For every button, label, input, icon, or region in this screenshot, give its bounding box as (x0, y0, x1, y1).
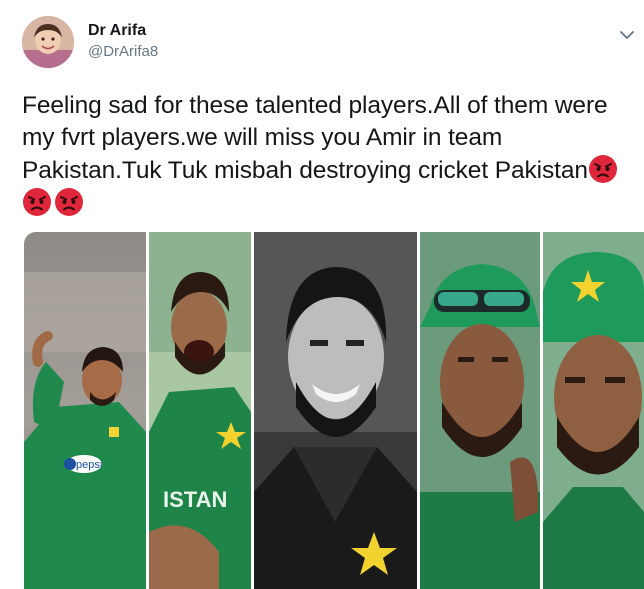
user-avatar[interactable] (22, 16, 74, 68)
player-photo-2: ISTAN (149, 232, 251, 589)
player-photo-5 (543, 232, 644, 589)
tweet-text: Feeling sad for these talented players.A… (22, 90, 638, 220)
tweet-card: Dr Arifa @DrArifa8 Feeling sad for these… (0, 0, 644, 589)
chevron-down-icon[interactable] (620, 27, 634, 39)
jersey-text: ISTAN (163, 487, 227, 512)
player-photo-4 (420, 232, 540, 589)
tweet-body: Feeling sad for these talented players.A… (22, 92, 608, 184)
angry-face-emoji (54, 187, 84, 217)
player-photo-1: pepsi (24, 232, 146, 589)
avatar-image (22, 16, 74, 68)
player-photo-3 (254, 232, 417, 589)
angry-face-emoji (22, 187, 52, 217)
sponsor-text: pepsi (76, 459, 102, 471)
user-handle[interactable]: @DrArifa8 (88, 43, 158, 60)
tweet-media-image[interactable]: pepsi ISTAN (24, 232, 644, 589)
angry-face-emoji (588, 154, 618, 184)
display-name[interactable]: Dr Arifa (88, 22, 146, 40)
